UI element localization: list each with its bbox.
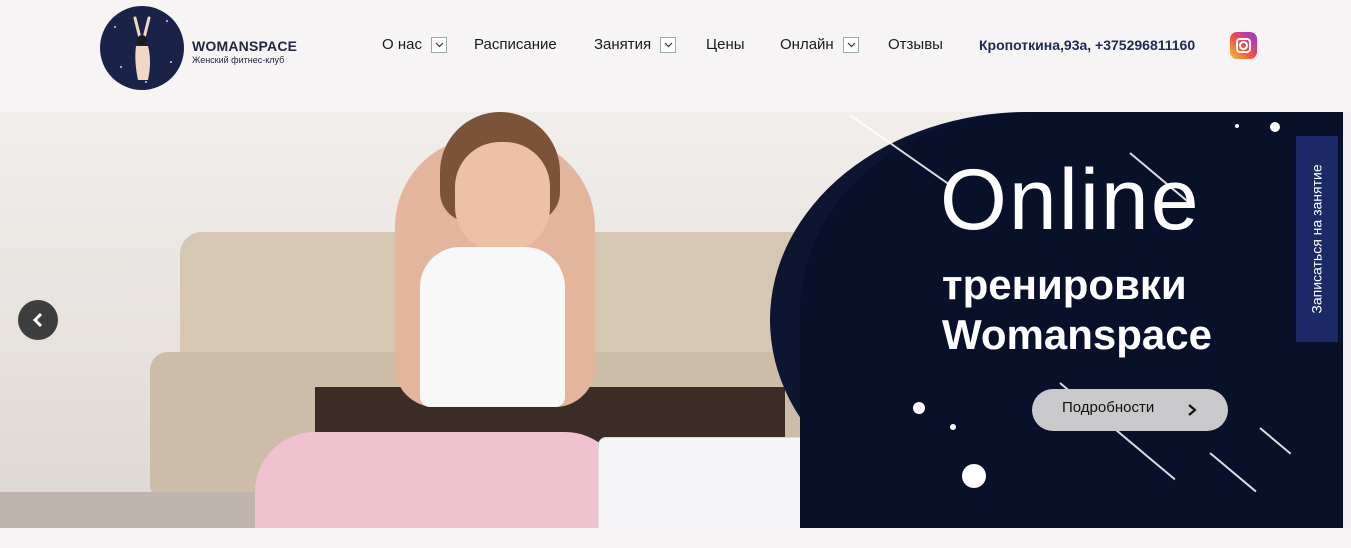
chevron-down-icon[interactable] <box>843 37 859 53</box>
contact-info[interactable]: Кропоткина,93а, +375296811160 <box>979 34 1221 56</box>
chevron-down-icon[interactable] <box>431 37 447 53</box>
logo[interactable] <box>100 6 184 90</box>
laptop-image <box>598 437 814 528</box>
scrollbar[interactable] <box>1343 112 1351 528</box>
instagram-icon[interactable] <box>1230 32 1257 59</box>
nav-reviews[interactable]: Отзывы <box>888 34 943 56</box>
nav-schedule[interactable]: Расписание <box>474 34 557 56</box>
nav-about[interactable]: О нас <box>382 34 426 56</box>
chevron-right-icon[interactable] <box>1182 399 1202 421</box>
hero-subheading-line1: тренировки <box>942 261 1187 308</box>
hero-subheading-line2: Womanspace <box>942 311 1212 358</box>
nav-prices[interactable]: Цены <box>706 34 745 56</box>
site-header: WOMANSPACE Женский фитнес-клуб О нас Рас… <box>0 0 1351 108</box>
brand-tagline: Женский фитнес-клуб <box>192 55 285 65</box>
nav-online[interactable]: Онлайн <box>780 34 834 56</box>
book-class-button[interactable]: Записаться на занятие <box>1296 136 1338 342</box>
yoga-figure-icon <box>133 16 151 80</box>
brand-name: WOMANSPACE <box>192 38 298 54</box>
hero-subheading: тренировки Womanspace <box>942 260 1282 360</box>
chevron-down-icon[interactable] <box>660 37 676 53</box>
hero-photo <box>455 142 550 252</box>
book-class-label: Записаться на занятие <box>1309 164 1325 314</box>
chevron-left-icon[interactable] <box>18 300 58 340</box>
brand[interactable]: WOMANSPACE Женский фитнес-клуб <box>192 38 317 65</box>
hero-heading: Online <box>940 152 1201 248</box>
details-button-label: Подробности <box>1062 399 1155 416</box>
details-button[interactable]: Подробности <box>1032 389 1228 431</box>
nav-classes[interactable]: Занятия <box>594 34 651 56</box>
hero-slider: Online тренировки Womanspace Подробности… <box>0 112 1343 528</box>
